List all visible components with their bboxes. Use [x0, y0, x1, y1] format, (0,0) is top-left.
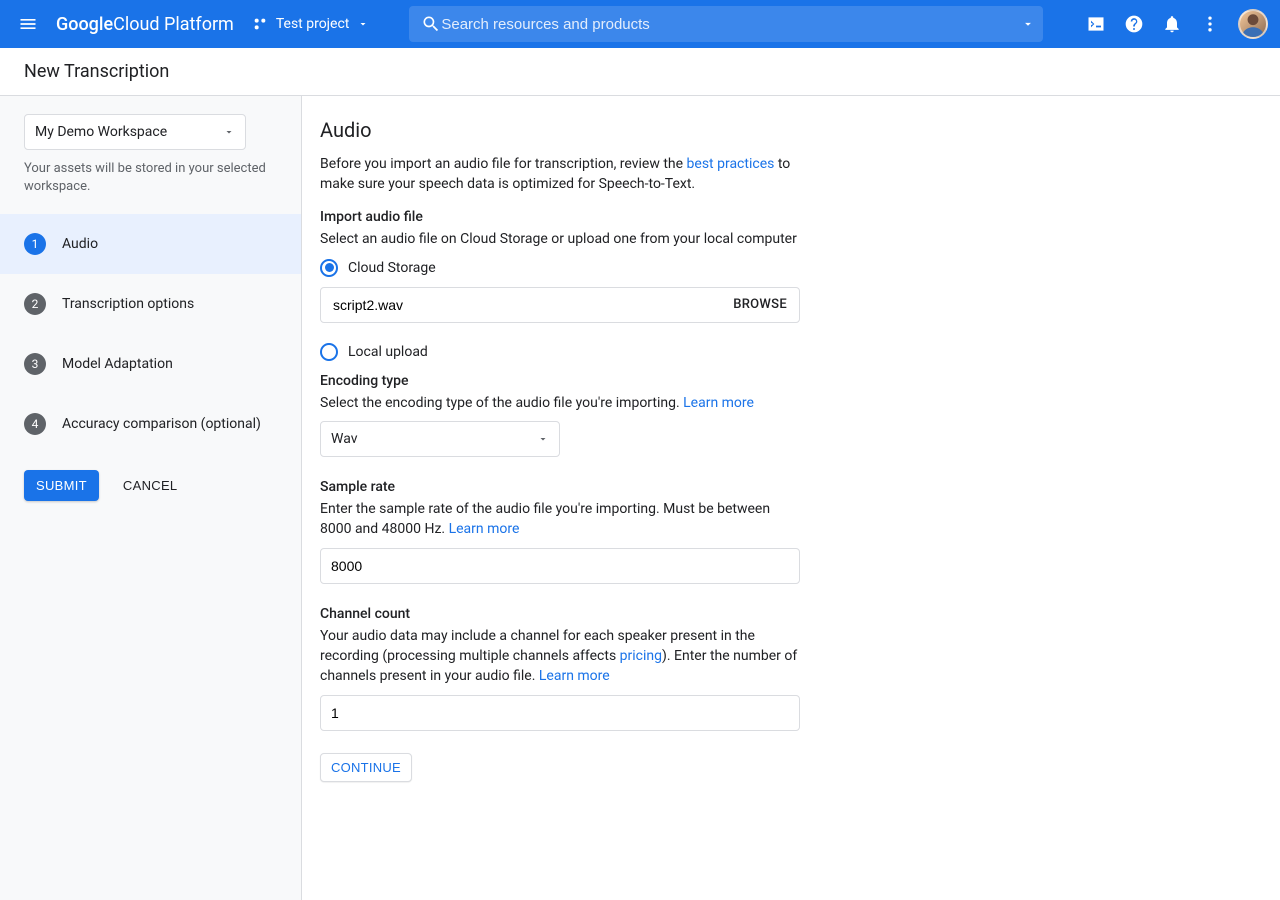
step-audio[interactable]: 1 Audio [0, 214, 301, 274]
search-icon [421, 14, 441, 34]
pricing-link[interactable]: pricing [620, 648, 662, 664]
page-title: New Transcription [24, 61, 169, 82]
more-vert-icon[interactable] [1200, 14, 1220, 34]
help-icon[interactable] [1124, 14, 1144, 34]
radio-icon [320, 343, 338, 361]
step-label: Transcription options [62, 296, 194, 312]
chevron-down-icon [537, 433, 549, 445]
channel-header: Channel count [320, 606, 800, 622]
continue-button[interactable]: CONTINUE [320, 753, 412, 782]
workspace-value: My Demo Workspace [35, 124, 167, 140]
step-accuracy-comparison[interactable]: 4 Accuracy comparison (optional) [0, 394, 301, 454]
project-name: Test project [276, 16, 350, 32]
submit-button[interactable]: SUBMIT [24, 470, 99, 501]
radio-label: Cloud Storage [348, 260, 436, 276]
step-number: 1 [24, 233, 46, 255]
chevron-down-icon [223, 126, 235, 138]
best-practices-link[interactable]: best practices [687, 156, 775, 172]
step-number: 4 [24, 413, 46, 435]
page-title-bar: New Transcription [0, 48, 1280, 96]
encoding-value: Wav [331, 431, 358, 447]
section-intro: Before you import an audio file for tran… [320, 154, 800, 195]
channel-count-input[interactable] [320, 695, 800, 731]
encoding-select[interactable]: Wav [320, 421, 560, 457]
topbar-actions [1070, 9, 1268, 39]
step-number: 3 [24, 353, 46, 375]
sample-header: Sample rate [320, 479, 800, 495]
main-content: Audio Before you import an audio file fo… [302, 96, 1280, 900]
top-bar: Google Cloud Platform Test project [0, 0, 1280, 48]
section-heading: Audio [320, 118, 1256, 142]
workspace-help: Your assets will be stored in your selec… [24, 160, 277, 196]
step-label: Accuracy comparison (optional) [62, 416, 261, 432]
step-label: Audio [62, 236, 98, 252]
chevron-down-icon [357, 18, 369, 30]
import-audio-block: Import audio file Select an audio file o… [320, 209, 800, 361]
encoding-desc: Select the encoding type of the audio fi… [320, 393, 800, 413]
hamburger-menu-icon[interactable] [16, 12, 40, 36]
sidebar: My Demo Workspace Your assets will be st… [0, 96, 302, 900]
learn-more-link[interactable]: Learn more [539, 668, 610, 684]
file-input[interactable] [333, 297, 733, 313]
search-dropdown-icon[interactable] [1021, 17, 1035, 31]
workspace-select[interactable]: My Demo Workspace [24, 114, 246, 150]
channel-desc: Your audio data may include a channel fo… [320, 626, 800, 687]
notifications-icon[interactable] [1162, 14, 1182, 34]
radio-cloud-storage[interactable]: Cloud Storage [320, 259, 800, 277]
channel-count-block: Channel count Your audio data may includ… [320, 606, 800, 731]
encoding-header: Encoding type [320, 373, 800, 389]
sample-rate-block: Sample rate Enter the sample rate of the… [320, 479, 800, 584]
sample-rate-input[interactable] [320, 548, 800, 584]
cancel-button[interactable]: CANCEL [123, 470, 178, 501]
radio-local-upload[interactable]: Local upload [320, 343, 800, 361]
step-model-adaptation[interactable]: 3 Model Adaptation [0, 334, 301, 394]
project-icon [252, 16, 268, 32]
encoding-block: Encoding type Select the encoding type o… [320, 373, 800, 457]
learn-more-link[interactable]: Learn more [683, 395, 754, 411]
sample-desc: Enter the sample rate of the audio file … [320, 499, 800, 540]
file-input-row: BROWSE [320, 287, 800, 323]
learn-more-link[interactable]: Learn more [449, 521, 520, 537]
step-number: 2 [24, 293, 46, 315]
import-desc: Select an audio file on Cloud Storage or… [320, 229, 800, 249]
project-selector[interactable]: Test project [252, 16, 370, 32]
radio-icon [320, 259, 338, 277]
search-bar[interactable] [409, 6, 1043, 42]
import-header: Import audio file [320, 209, 800, 225]
browse-button[interactable]: BROWSE [733, 297, 787, 312]
radio-label: Local upload [348, 344, 428, 360]
step-label: Model Adaptation [62, 356, 173, 372]
logo-text: Cloud Platform [113, 14, 234, 35]
logo-bold: Google [56, 14, 113, 35]
user-avatar[interactable] [1238, 9, 1268, 39]
platform-logo[interactable]: Google Cloud Platform [56, 14, 234, 35]
search-input[interactable] [441, 16, 1013, 33]
step-transcription-options[interactable]: 2 Transcription options [0, 274, 301, 334]
cloud-shell-icon[interactable] [1086, 14, 1106, 34]
